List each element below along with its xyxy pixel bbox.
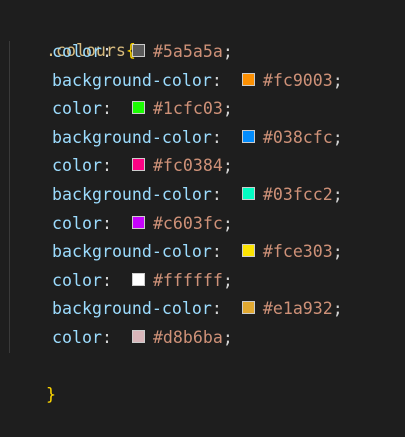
css-value: #c603fc	[152, 213, 223, 233]
css-property: background-color	[52, 299, 212, 319]
css-value: #fc0384	[152, 156, 223, 176]
css-value: #038cfc	[262, 127, 333, 147]
color-swatch[interactable]	[131, 330, 145, 343]
declaration-line[interactable]: color: #d8b6ba;	[52, 324, 233, 352]
css-property: color	[52, 99, 102, 119]
semicolon: ;	[332, 299, 343, 319]
css-value: #03fcc2	[262, 185, 333, 204]
css-value: #fce303	[262, 242, 333, 262]
declaration-line[interactable]: background-color: #038cfc;	[52, 124, 343, 152]
declaration-line[interactable]: color: #1cfc03;	[52, 95, 233, 123]
css-value: #fc9003	[262, 70, 333, 90]
declaration-line[interactable]: color: #5a5a5a;	[52, 38, 233, 66]
semicolon: ;	[332, 70, 343, 90]
color-swatch[interactable]	[241, 187, 255, 200]
colon: :	[101, 213, 112, 233]
color-swatch[interactable]	[241, 72, 255, 86]
declaration-line[interactable]: background-color: #03fcc2;	[52, 181, 343, 209]
colon: :	[211, 299, 222, 319]
semicolon: ;	[222, 99, 233, 119]
close-brace: }	[45, 385, 56, 404]
colon: :	[211, 70, 222, 90]
color-swatch[interactable]	[131, 272, 145, 286]
code-editor[interactable]: .colours{ color: #5a5a5a; background-colo…	[0, 0, 405, 404]
colon: :	[101, 42, 112, 61]
semicolon: ;	[332, 185, 343, 204]
semicolon: ;	[222, 42, 233, 61]
colon: :	[101, 99, 112, 119]
css-property: color	[52, 156, 102, 176]
colon: :	[101, 270, 112, 290]
semicolon: ;	[222, 270, 233, 290]
semicolon: ;	[222, 213, 233, 233]
color-swatch[interactable]	[131, 158, 145, 172]
colon: :	[211, 185, 222, 204]
colon: :	[211, 242, 222, 262]
semicolon: ;	[332, 127, 343, 147]
css-value: #ffffff	[152, 270, 223, 290]
css-value: #e1a932	[262, 299, 333, 319]
css-value: #d8b6ba	[152, 328, 223, 347]
colon: :	[211, 127, 222, 147]
declaration-line[interactable]: color: #ffffff;	[52, 267, 233, 295]
css-property: background-color	[52, 242, 212, 262]
declaration-line[interactable]: background-color: #fc9003;	[52, 67, 343, 95]
color-swatch[interactable]	[241, 301, 255, 315]
colon: :	[101, 156, 112, 176]
color-swatch[interactable]	[131, 215, 145, 229]
semicolon: ;	[222, 328, 233, 347]
color-swatch[interactable]	[131, 101, 145, 115]
color-swatch[interactable]	[241, 244, 255, 258]
css-property: color	[52, 270, 102, 290]
colon: :	[101, 328, 112, 347]
css-property: background-color	[52, 70, 212, 90]
declaration-line[interactable]: color: #fc0384;	[52, 152, 233, 180]
declaration-line[interactable]: color: #c603fc;	[52, 210, 233, 238]
rule-header-line[interactable]: .colours{	[6, 9, 136, 60]
color-swatch[interactable]	[241, 129, 255, 143]
color-swatch[interactable]	[131, 44, 145, 57]
css-property: color	[52, 328, 102, 347]
css-value: #5a5a5a	[152, 42, 223, 61]
declaration-line[interactable]: background-color: #e1a932;	[52, 295, 343, 323]
css-property: color	[52, 213, 102, 233]
semicolon: ;	[332, 242, 343, 262]
css-property: color	[52, 42, 102, 61]
css-value: #1cfc03	[152, 99, 223, 119]
rule-footer-line[interactable]: }	[6, 353, 56, 404]
declaration-line[interactable]: background-color: #fce303;	[52, 238, 343, 266]
semicolon: ;	[222, 156, 233, 176]
css-property: background-color	[52, 127, 212, 147]
css-property: background-color	[52, 185, 212, 204]
